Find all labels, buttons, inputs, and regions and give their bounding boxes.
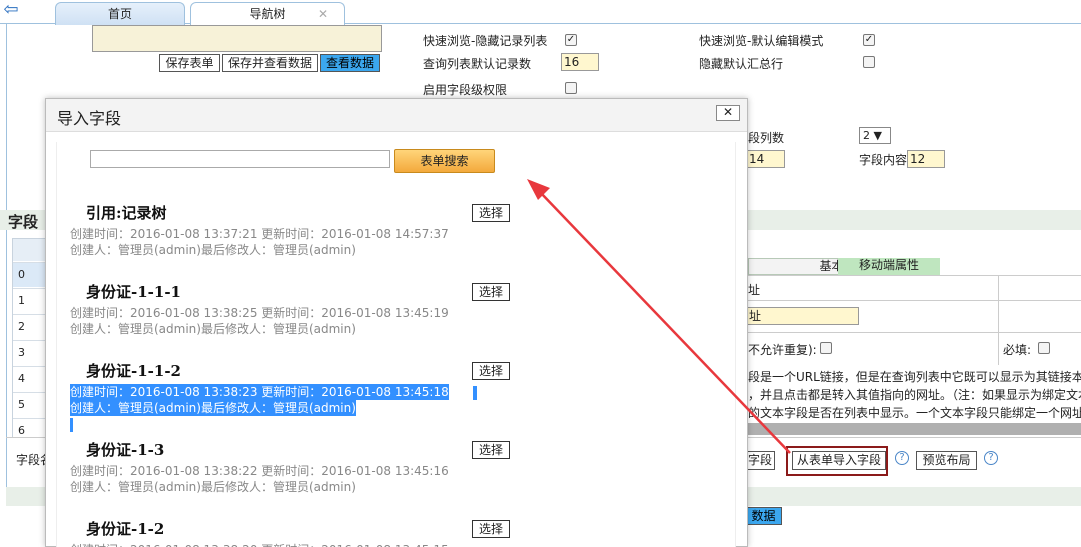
annotation-arrowhead (527, 179, 550, 200)
annotation-arrow-line (539, 191, 791, 454)
annotation-arrow (527, 179, 791, 454)
